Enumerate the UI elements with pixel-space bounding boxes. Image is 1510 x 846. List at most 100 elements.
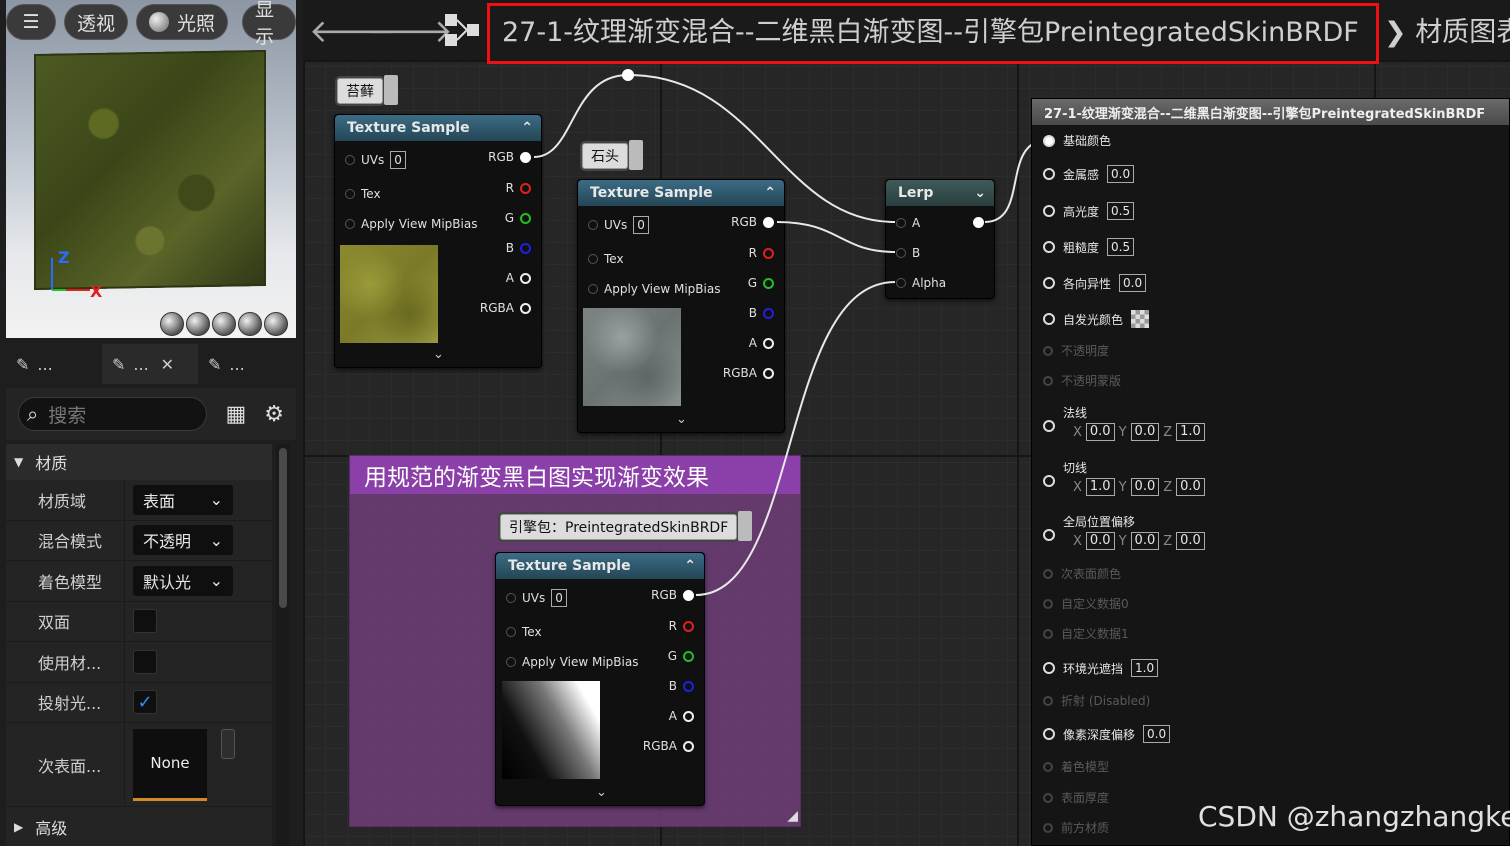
table-view-icon[interactable]: ▦ — [225, 402, 246, 427]
input-pin-icon[interactable] — [896, 218, 906, 228]
result-pin-7[interactable]: 不透明蒙版 — [1043, 372, 1121, 389]
use-material-checkbox[interactable] — [133, 649, 157, 674]
input-pin-icon[interactable] — [1043, 241, 1055, 253]
input-pin-icon[interactable] — [1043, 662, 1055, 674]
input-tex[interactable]: Tex — [588, 252, 624, 266]
result-pin-15[interactable]: 折射 (Disabled) — [1043, 692, 1150, 709]
input-tex[interactable]: Tex — [345, 187, 381, 201]
result-pin-4[interactable]: 各向异性 0.0 — [1043, 274, 1147, 292]
node-header[interactable]: Texture Sample ⌃ — [496, 553, 704, 579]
shading-model-dropdown[interactable]: 默认光 ⌄ — [133, 565, 233, 596]
input-pin-icon[interactable] — [1043, 761, 1053, 772]
output-rgb[interactable]: RGB — [651, 588, 694, 602]
result-pin-0[interactable]: 基础颜色 — [1043, 132, 1111, 149]
tab-details-3[interactable]: ✎ ... — [198, 344, 294, 384]
input-pin-icon[interactable] — [506, 593, 516, 603]
input-pin-icon[interactable] — [1043, 695, 1053, 706]
result-pin-18[interactable]: 表面厚度 — [1043, 789, 1109, 806]
input-pin-icon[interactable] — [1043, 313, 1055, 325]
pin-value-field[interactable]: 0.5 — [1107, 238, 1135, 256]
comment-title[interactable]: 用规范的渐变黑白图实现渐变效果 — [350, 456, 800, 494]
texture-sample-node-gradient[interactable]: Texture Sample ⌃ UVs 0 Tex Apply View MipB… — [495, 552, 705, 806]
result-node-title[interactable]: 27-1-纹理渐变混合--二维黑白渐变图--引擎包PreintegratedSk… — [1032, 99, 1509, 125]
collapse-chevron-icon[interactable]: ⌃ — [764, 185, 776, 201]
vector-component-field[interactable]: 0.0 — [1176, 478, 1205, 496]
input-mipbias[interactable]: Apply View MipBias — [588, 282, 720, 296]
output-pin-icon[interactable] — [520, 242, 531, 254]
output-pin-icon[interactable] — [763, 247, 774, 259]
output-pin-icon[interactable] — [763, 337, 774, 349]
sphere-shape-icon[interactable] — [186, 312, 210, 336]
expand-chevron-icon[interactable]: ⌄ — [433, 347, 444, 362]
input-pin-icon[interactable] — [588, 284, 598, 294]
input-pin-icon[interactable] — [1043, 420, 1055, 432]
output-pin-icon[interactable] — [683, 650, 694, 662]
plane-shape-icon[interactable] — [212, 312, 236, 336]
input-pin-icon[interactable] — [1043, 134, 1055, 147]
gear-icon[interactable]: ⚙ — [264, 402, 284, 427]
viewport-show-button[interactable]: 显示 — [242, 0, 296, 48]
pin-value-field[interactable]: 0.5 — [1107, 202, 1135, 220]
output-rgba[interactable]: RGBA — [643, 739, 694, 753]
result-pin-13[interactable]: 自定义数据1 — [1043, 625, 1129, 642]
input-pin-icon[interactable] — [1043, 375, 1053, 386]
output-a[interactable]: A — [669, 709, 694, 723]
input-pin-icon[interactable] — [1043, 568, 1053, 579]
texture-sample-node-moss[interactable]: Texture Sample ⌃ UVs 0 Tex Apply View MipB… — [334, 114, 542, 368]
tab-details-2[interactable]: ✎ ... ✕ — [102, 344, 198, 384]
result-pin-6[interactable]: 不透明度 — [1043, 342, 1109, 359]
lerp-input-a[interactable]: A — [896, 216, 920, 230]
output-rgb[interactable]: RGB — [488, 150, 531, 164]
expand-chevron-icon[interactable]: ⌄ — [596, 785, 607, 800]
viewport-lit-button[interactable]: 光照 — [136, 4, 229, 40]
texture-sample-node-stone[interactable]: Texture Sample ⌃ UVs 0 Tex Apply View MipB… — [577, 179, 785, 433]
output-pin-icon[interactable] — [763, 307, 774, 319]
result-pin-1[interactable]: 金属感 0.0 — [1043, 165, 1135, 183]
category-advanced-header[interactable]: ▶ 高级 — [6, 809, 272, 845]
input-pin-icon[interactable] — [588, 220, 598, 230]
input-pin-icon[interactable] — [1043, 205, 1055, 217]
hierarchy-icon[interactable] — [443, 12, 483, 48]
output-pin-icon[interactable] — [520, 302, 531, 314]
pin-value-field[interactable]: 0.0 — [1143, 725, 1171, 743]
lerp-node[interactable]: Lerp ⌄ A B Alpha — [885, 179, 995, 299]
node-comment-moss[interactable]: 苔藓 — [337, 75, 398, 105]
output-g[interactable]: G — [668, 649, 694, 663]
input-pin-icon[interactable] — [896, 248, 906, 258]
node-header[interactable]: Lerp ⌄ — [886, 180, 994, 206]
output-pin-icon[interactable] — [520, 182, 531, 194]
pin-icon[interactable] — [384, 75, 398, 105]
result-pin-14[interactable]: 环境光遮挡 1.0 — [1043, 659, 1159, 677]
result-pin-12[interactable]: 自定义数据0 — [1043, 595, 1129, 612]
result-pin-16[interactable]: 像素深度偏移 0.0 — [1043, 725, 1171, 743]
node-comment-engine[interactable]: 引擎包：PreintegratedSkinBRDF — [500, 511, 753, 541]
input-tex[interactable]: Tex — [506, 625, 542, 639]
input-uvs[interactable]: UVs 0 — [588, 216, 649, 234]
subsurface-asset-thumbnail[interactable]: None — [133, 728, 207, 801]
collapse-chevron-icon[interactable]: ⌃ — [521, 120, 533, 136]
collapse-chevron-icon[interactable]: ⌃ — [684, 558, 696, 574]
input-pin-icon[interactable] — [506, 657, 516, 667]
input-pin-icon[interactable] — [1043, 277, 1055, 289]
output-pin-icon[interactable] — [683, 589, 694, 601]
cast-shadow-checkbox[interactable]: ✓ — [133, 690, 157, 715]
node-header[interactable]: Texture Sample ⌃ — [335, 115, 541, 141]
output-rgba[interactable]: RGBA — [723, 366, 774, 380]
output-b[interactable]: B — [749, 306, 774, 320]
back-arrow-icon[interactable]: 🡐 — [309, 11, 395, 50]
node-header[interactable]: Texture Sample ⌃ — [578, 180, 784, 206]
output-b[interactable]: B — [669, 679, 694, 693]
output-r[interactable]: R — [749, 246, 774, 260]
asset-picker-handle[interactable] — [221, 729, 235, 759]
input-pin-icon[interactable] — [1043, 728, 1055, 740]
material-preview-viewport[interactable]: ☰ 透视 光照 显示 Z X — [6, 0, 296, 338]
vector-component-field[interactable]: 1.0 — [1176, 423, 1205, 441]
output-pin-icon[interactable] — [683, 620, 694, 632]
vector-component-field[interactable]: 0.0 — [1085, 532, 1115, 550]
result-pin-5[interactable]: 自发光颜色 — [1043, 310, 1150, 328]
result-pin-3[interactable]: 粗糙度 0.5 — [1043, 238, 1135, 256]
two-sided-checkbox[interactable] — [133, 609, 157, 634]
scrollbar-thumb[interactable] — [279, 448, 287, 608]
result-pin-8[interactable]: 法线 X 0.0 Y 0.0 Z 1.0 — [1043, 404, 1205, 441]
lerp-output-pin-icon[interactable] — [973, 217, 984, 228]
